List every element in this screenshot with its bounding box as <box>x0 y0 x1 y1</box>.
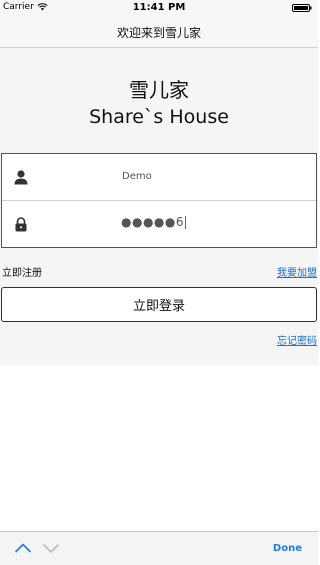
battery-icon <box>292 4 312 12</box>
chevron-down-icon[interactable] <box>42 541 60 555</box>
chevron-up-icon[interactable] <box>14 541 32 555</box>
keyboard-accessory-bar: Done <box>0 531 318 565</box>
password-text: ●●●●●6 <box>121 215 184 229</box>
navigation-bar: 欢迎来到雪儿家 <box>0 16 318 48</box>
login-form: Demo ●●●●●6 <box>1 153 317 248</box>
username-field[interactable]: Demo <box>122 171 152 182</box>
register-link[interactable]: 立即注册 <box>2 264 42 279</box>
forgot-password-link[interactable]: 忘记密码 <box>277 332 317 347</box>
status-bar: Carrier 11:41 PM <box>0 0 318 16</box>
password-row[interactable]: ●●●●●6 <box>2 201 316 248</box>
text-cursor <box>185 216 186 229</box>
done-button[interactable]: Done <box>273 543 302 554</box>
clock: 11:41 PM <box>132 2 186 13</box>
nav-title: 欢迎来到雪儿家 <box>116 26 201 40</box>
password-field[interactable]: ●●●●●6 <box>121 215 186 229</box>
app-title-english: Share`s House <box>89 106 229 128</box>
join-link[interactable]: 我要加盟 <box>277 264 317 279</box>
person-icon <box>14 170 28 185</box>
lock-icon <box>15 217 27 232</box>
login-content: 雪儿家 Share`s House Demo ●●●●●6 立即注册 我要加盟 … <box>0 48 318 365</box>
login-button[interactable]: 立即登录 <box>1 287 317 322</box>
username-row[interactable]: Demo <box>2 154 316 201</box>
app-title-chinese: 雪儿家 <box>129 78 189 102</box>
